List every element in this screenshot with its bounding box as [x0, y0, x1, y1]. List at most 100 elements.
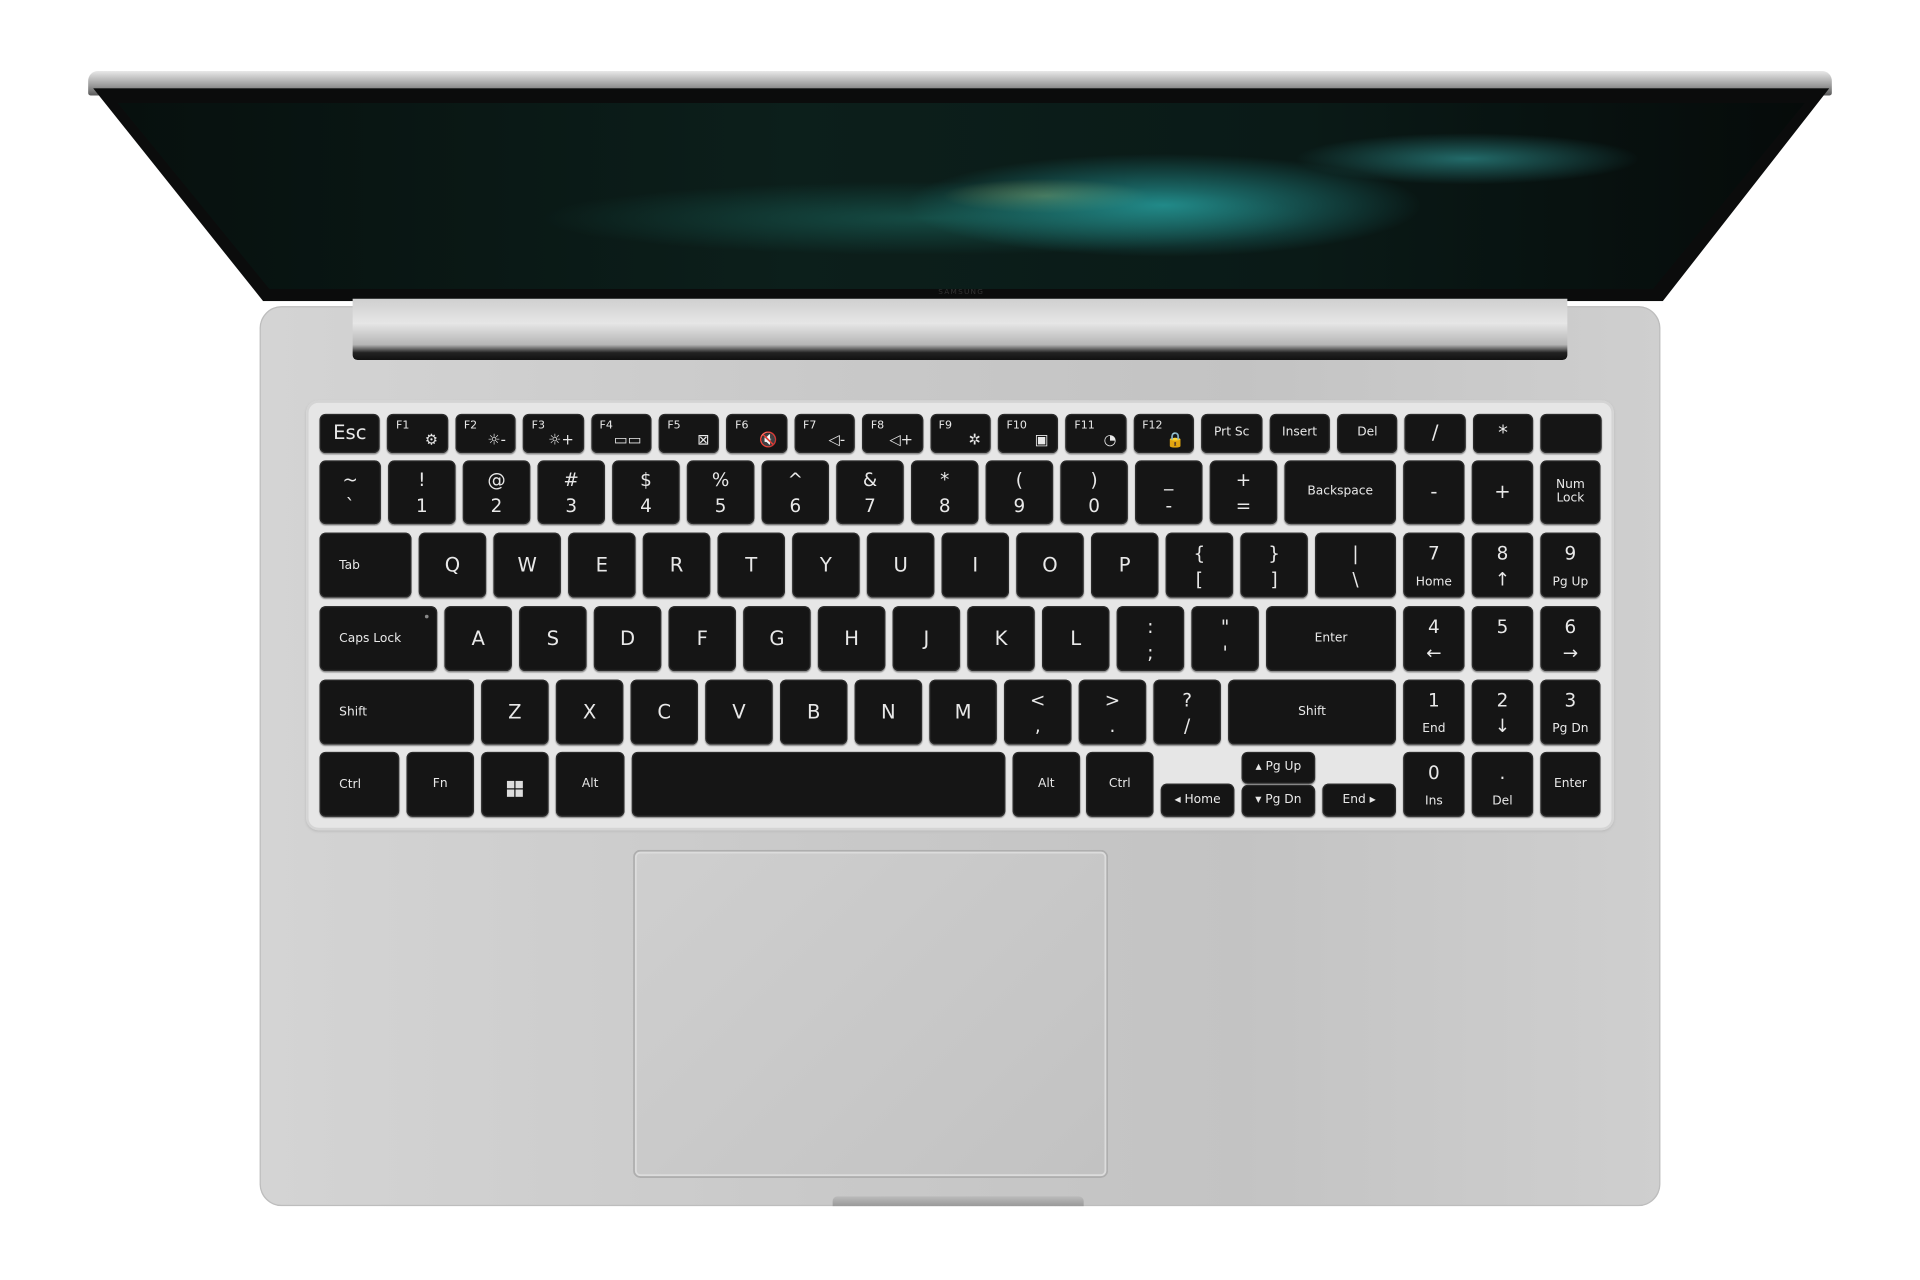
key-<[interactable]: <,: [1004, 679, 1072, 745]
key-_[interactable]: _ -: [1135, 460, 1203, 525]
key-f4[interactable]: F4 ▭▭: [590, 413, 652, 454]
key->[interactable]: >.: [1078, 679, 1147, 745]
key-blank[interactable]: [1540, 413, 1602, 454]
key-s[interactable]: S: [519, 606, 587, 672]
key-*[interactable]: * 8: [911, 460, 979, 525]
key-:[interactable]: :;: [1116, 606, 1185, 672]
key-d[interactable]: D: [593, 606, 662, 672]
key-9[interactable]: 9 Pg Up: [1540, 532, 1601, 598]
key-ctrl[interactable]: Ctrl: [1086, 751, 1154, 817]
key-enter[interactable]: Enter: [1266, 606, 1396, 672]
key-u[interactable]: U: [866, 532, 935, 598]
key-1[interactable]: 1 End: [1403, 679, 1465, 745]
key-6[interactable]: 6 →: [1540, 606, 1601, 672]
key-f1[interactable]: F1 ⚙: [387, 413, 448, 454]
key-3[interactable]: 3 Pg Dn: [1540, 679, 1601, 745]
key-f7[interactable]: F7 ◁-: [794, 413, 855, 454]
touchpad[interactable]: [633, 849, 1109, 1178]
key-l[interactable]: L: [1042, 606, 1110, 672]
key-caps-lock[interactable]: Caps Lock: [319, 606, 438, 672]
key-"[interactable]: " ': [1191, 606, 1259, 672]
key-j[interactable]: J: [892, 606, 961, 672]
key-?[interactable]: ? /: [1153, 679, 1221, 745]
key-shift[interactable]: Shift: [319, 679, 474, 745]
space-key[interactable]: [631, 751, 1006, 817]
key-&[interactable]: & 7: [836, 460, 904, 525]
key-7[interactable]: 7 Home: [1403, 532, 1465, 598]
key-p[interactable]: P: [1091, 532, 1159, 598]
key-+[interactable]: +: [1471, 460, 1534, 525]
key-f2[interactable]: F2 ☼-: [455, 413, 516, 454]
windows-key[interactable]: [481, 751, 549, 817]
key-t[interactable]: T: [717, 532, 785, 598]
key-◂-home[interactable]: ◂ Home: [1160, 783, 1235, 817]
key-5[interactable]: 5: [1471, 606, 1534, 672]
key-f11[interactable]: F11 ◔: [1065, 413, 1127, 454]
key-f12[interactable]: F12 🔒: [1133, 413, 1195, 454]
key-}[interactable]: }]: [1240, 532, 1308, 598]
key-num-lock[interactable]: Num Lock: [1540, 460, 1601, 525]
key-q[interactable]: Q: [418, 532, 487, 598]
key-#[interactable]: #3: [537, 460, 605, 525]
key-{[interactable]: {[: [1165, 532, 1234, 598]
key-@[interactable]: @2: [462, 460, 531, 525]
key-esc[interactable]: Esc: [319, 413, 381, 454]
key-k[interactable]: K: [967, 606, 1035, 672]
key-f6[interactable]: F6 🔇: [726, 413, 788, 454]
key-*[interactable]: *: [1472, 413, 1534, 454]
key-h[interactable]: H: [817, 606, 886, 672]
key-n[interactable]: N: [854, 679, 923, 745]
key-a[interactable]: A: [444, 606, 512, 672]
key-enter[interactable]: Enter: [1540, 751, 1601, 817]
key-~[interactable]: ~ `: [319, 460, 381, 525]
key-/[interactable]: /: [1404, 413, 1466, 454]
key-f5[interactable]: F5 ⊠: [658, 413, 720, 454]
key-+[interactable]: + =: [1209, 460, 1278, 525]
key-f[interactable]: F: [668, 606, 736, 672]
key-tab[interactable]: Tab: [319, 532, 412, 598]
key-%[interactable]: % 5: [686, 460, 755, 525]
key-legend: 8: [1496, 541, 1509, 564]
key-w[interactable]: W: [493, 532, 561, 598]
key-o[interactable]: O: [1016, 532, 1084, 598]
key-shift[interactable]: Shift: [1228, 679, 1396, 745]
key-b[interactable]: B: [780, 679, 848, 745]
key-f8[interactable]: F8 ◁+: [862, 413, 923, 454]
key-e[interactable]: E: [568, 532, 636, 598]
key-4[interactable]: 4 ←: [1403, 606, 1465, 672]
key-2[interactable]: 2 ↓: [1471, 679, 1534, 745]
key-▴-pg-up[interactable]: ▴ Pg Up: [1241, 751, 1316, 784]
key-r[interactable]: R: [642, 532, 711, 598]
key-![interactable]: ! 1: [388, 460, 456, 525]
key-.[interactable]: . Del: [1471, 751, 1534, 817]
key-prt-sc[interactable]: Prt Sc: [1201, 413, 1262, 454]
key-alt[interactable]: Alt: [1012, 751, 1081, 817]
key-([interactable]: (9: [985, 460, 1054, 525]
key-)[interactable]: ) 0: [1060, 460, 1128, 525]
key-insert[interactable]: Insert: [1269, 413, 1330, 454]
key-end-▸[interactable]: End ▸: [1322, 783, 1396, 817]
key-^[interactable]: ^ 6: [761, 460, 829, 525]
key-c[interactable]: C: [630, 679, 698, 745]
key--[interactable]: -: [1403, 460, 1465, 525]
key-v[interactable]: V: [705, 679, 773, 745]
key-ctrl[interactable]: Ctrl: [319, 751, 400, 817]
key-m[interactable]: M: [929, 679, 997, 745]
key-▾-pg-dn[interactable]: ▾ Pg Dn: [1241, 784, 1316, 817]
key-0[interactable]: 0 Ins: [1403, 751, 1465, 817]
key-|[interactable]: | \: [1315, 532, 1396, 598]
key-8[interactable]: 8 ↑: [1471, 532, 1534, 598]
key-alt[interactable]: Alt: [555, 751, 625, 817]
key-backspace[interactable]: Backspace: [1284, 460, 1396, 525]
key-f9[interactable]: F9 ✲: [930, 413, 991, 454]
key-g[interactable]: G: [743, 606, 811, 672]
key-x[interactable]: X: [555, 679, 624, 745]
key-y[interactable]: Y: [792, 532, 860, 598]
key-f3[interactable]: F3 ☼+: [523, 413, 584, 454]
key-fn[interactable]: Fn: [406, 751, 474, 817]
key-$[interactable]: $4: [612, 460, 680, 525]
key-del[interactable]: Del: [1337, 413, 1398, 454]
key-f10[interactable]: F10 ▣: [997, 413, 1059, 454]
key-i[interactable]: I: [941, 532, 1009, 598]
key-z[interactable]: Z: [481, 679, 549, 745]
